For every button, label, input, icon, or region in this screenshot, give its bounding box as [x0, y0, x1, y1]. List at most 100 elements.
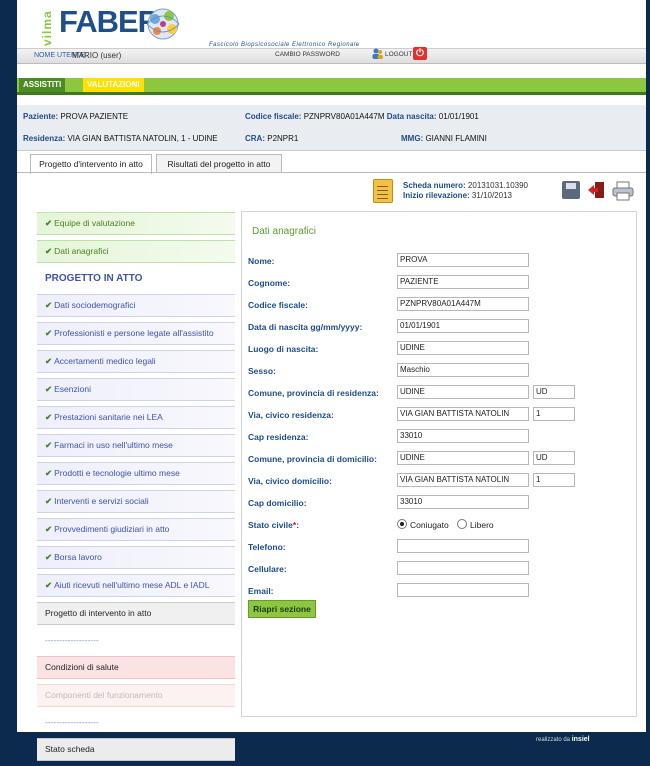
sidebar-item[interactable]: ✔ Prodotti e tecnologie ultimo mese [37, 462, 235, 485]
codice-fiscale-field[interactable]: PZNPRV80A01A447M [397, 297, 529, 311]
app-frame: vilma FABER Fascicolo Biopsicosociale El… [17, 0, 646, 761]
sidebar-item: PROGETTO IN ATTO [37, 268, 235, 289]
sidebar-item[interactable]: ✔ Prestazioni sanitarie nei LEA [37, 406, 235, 429]
civico-domicilio-field[interactable]: 1 [533, 473, 575, 487]
label-via-res: Via, civico residenza: [248, 410, 334, 420]
checkmark-icon: ✔ [45, 328, 53, 338]
sidebar-item[interactable]: ✔ Dati sociodemografici [37, 294, 235, 317]
email-field[interactable] [397, 583, 529, 597]
section-title: Dati anagrafici [252, 226, 316, 237]
nome-field[interactable]: PROVA [397, 253, 529, 267]
sidebar: ✔ Equipe di valutazione ✔ Dati anagrafici PR… [37, 212, 235, 766]
cap-residenza-field[interactable]: 33010 [397, 429, 529, 443]
sidebar-item[interactable]: Progetto di intervento in atto [37, 602, 235, 625]
checkmark-icon: ✔ [45, 580, 53, 590]
logo-vilma: vilma [40, 10, 54, 46]
change-password-link[interactable]: CAMBIO PASSWORD [275, 51, 340, 58]
luogo-nascita-field[interactable]: UDINE [397, 341, 529, 355]
checkmark-icon: ✔ [45, 246, 53, 256]
label-stato-civile: Stato civile*: [248, 520, 300, 530]
telefono-field[interactable] [397, 539, 529, 553]
footer: realizzato da insiel [536, 736, 590, 743]
sidebar-item: ------------------- [37, 630, 235, 651]
comune-domicilio-field[interactable]: UDINE [397, 451, 529, 465]
sidebar-item-label: Farmaci in uso nell'ultimo mese [54, 440, 173, 450]
checkmark-icon: ✔ [45, 496, 53, 506]
sidebar-item-label: Stato scheda [45, 744, 95, 754]
sidebar-item[interactable]: ✔ Interventi e servizi sociali [37, 490, 235, 513]
logout-link[interactable]: LOGOUT [385, 51, 412, 58]
sidebar-item-label: Interventi e servizi sociali [54, 496, 149, 506]
sidebar-item-label: ------------------- [45, 635, 99, 645]
save-icon[interactable] [562, 181, 580, 199]
sidebar-item[interactable]: ✔ Equipe di valutazione [37, 212, 235, 235]
checkmark-icon: ✔ [45, 468, 53, 478]
patient-name: Paziente: PROVA PAZIENTE [23, 112, 129, 121]
header: vilma FABER Fascicolo Biopsicosociale El… [17, 0, 646, 66]
sesso-field[interactable]: Maschio [397, 363, 529, 377]
label-luogo: Luogo di nascita: [248, 344, 319, 354]
users-icon [372, 48, 383, 59]
sidebar-item: Componenti del funzionamento [37, 684, 235, 707]
label-sesso: Sesso: [248, 366, 276, 376]
sidebar-item-label: Accertamenti medico legali [54, 356, 156, 366]
radio-selected-icon [397, 519, 407, 529]
comune-residenza-field[interactable]: UDINE [397, 385, 529, 399]
via-domicilio-field[interactable]: VIA GIAN BATTISTA NATOLIN [397, 473, 529, 487]
form-panel: Dati anagrafici Nome: PROVA Cognome: PAZ… [241, 211, 637, 717]
tab-progetto-in-atto[interactable]: Progetto d'intervento in atto [30, 154, 152, 174]
nav-tab-valutazioni[interactable]: VALUTAZIONI [83, 78, 144, 92]
riapri-sezione-button[interactable]: Riapri sezione [248, 600, 316, 618]
sidebar-item-label: Professionisti e persone legate all'assi… [54, 328, 214, 338]
sidebar-item[interactable]: ✔ Esenzioni [37, 378, 235, 401]
label-cf: Codice fiscale: [248, 300, 308, 310]
label-cap-dom: Cap domicilio: [248, 498, 307, 508]
tab-risultati-progetto[interactable]: Risultati del progetto in atto [156, 154, 282, 173]
radio-unselected-icon [457, 519, 467, 529]
checkmark-icon: ✔ [45, 356, 53, 366]
cap-domicilio-field[interactable]: 33010 [397, 495, 529, 509]
sidebar-item[interactable]: ✔ Borsa lavoro [37, 546, 235, 569]
print-icon[interactable] [612, 181, 634, 201]
sidebar-item[interactable]: Stato scheda [37, 738, 235, 761]
label-cognome: Cognome: [248, 278, 291, 288]
label-comune-res: Comune, provincia di residenza: [248, 388, 379, 398]
provincia-residenza-field[interactable]: UD [533, 385, 575, 399]
radio-coniugato[interactable]: Coniugato [397, 519, 449, 530]
sidebar-item[interactable]: ✔ Provvedimenti giudiziari in atto [37, 518, 235, 541]
sidebar-item[interactable]: ✔ Dati anagrafici [37, 240, 235, 263]
globe-logo-icon [146, 8, 180, 40]
sidebar-item[interactable]: ✔ Aiuti ricevuti nell'ultimo mese ADL e I… [37, 574, 235, 597]
label-telefono: Telefono: [248, 542, 286, 552]
sidebar-item[interactable]: Condizioni di salute [37, 656, 235, 679]
provincia-domicilio-field[interactable]: UD [533, 451, 575, 465]
sidebar-item: ------------------- [37, 712, 235, 733]
data-nascita-field[interactable]: 01/01/1901 [397, 319, 529, 333]
label-via-dom: Via, civico domicilio: [248, 476, 332, 486]
via-residenza-field[interactable]: VIA GIAN BATTISTA NATOLIN [397, 407, 529, 421]
cognome-field[interactable]: PAZIENTE [397, 275, 529, 289]
sidebar-item-label: ------------------- [45, 717, 99, 727]
patient-mmg: MMG: GIANNI FLAMINI [401, 134, 487, 143]
radio-libero[interactable]: Libero [457, 519, 494, 530]
document-icon[interactable] [373, 179, 393, 203]
patient-cf: Codice fiscale: PZNPRV80A01A447M Data na… [245, 112, 479, 121]
tab-divider [17, 172, 646, 173]
insiel-logo: insiel [571, 736, 590, 743]
sidebar-item[interactable]: ✔ Farmaci in uso nell'ultimo mese [37, 434, 235, 457]
checkmark-icon: ✔ [45, 218, 53, 228]
sidebar-item-label: Progetto di intervento in atto [45, 608, 152, 618]
sidebar-item[interactable]: ✔ Accertamenti medico legali [37, 350, 235, 373]
sidebar-item-label: Componenti del funzionamento [45, 690, 163, 700]
nav-tab-assistiti[interactable]: ASSISTITI [19, 78, 66, 92]
exit-icon[interactable] [587, 181, 605, 199]
sidebar-item[interactable]: ✔ Professionisti e persone legate all'ass… [37, 322, 235, 345]
power-off-icon[interactable]: ⏻ [413, 47, 427, 60]
cellulare-field[interactable] [397, 561, 529, 575]
label-comune-dom: Comune, provincia di domicilio: [248, 454, 377, 464]
sidebar-item-label: Aiuti ricevuti nell'ultimo mese ADL e IA… [54, 580, 210, 590]
civico-residenza-field[interactable]: 1 [533, 407, 575, 421]
sidebar-item-label: PROGETTO IN ATTO [45, 273, 143, 284]
checkmark-icon: ✔ [45, 412, 53, 422]
label-cap-res: Cap residenza: [248, 432, 309, 442]
